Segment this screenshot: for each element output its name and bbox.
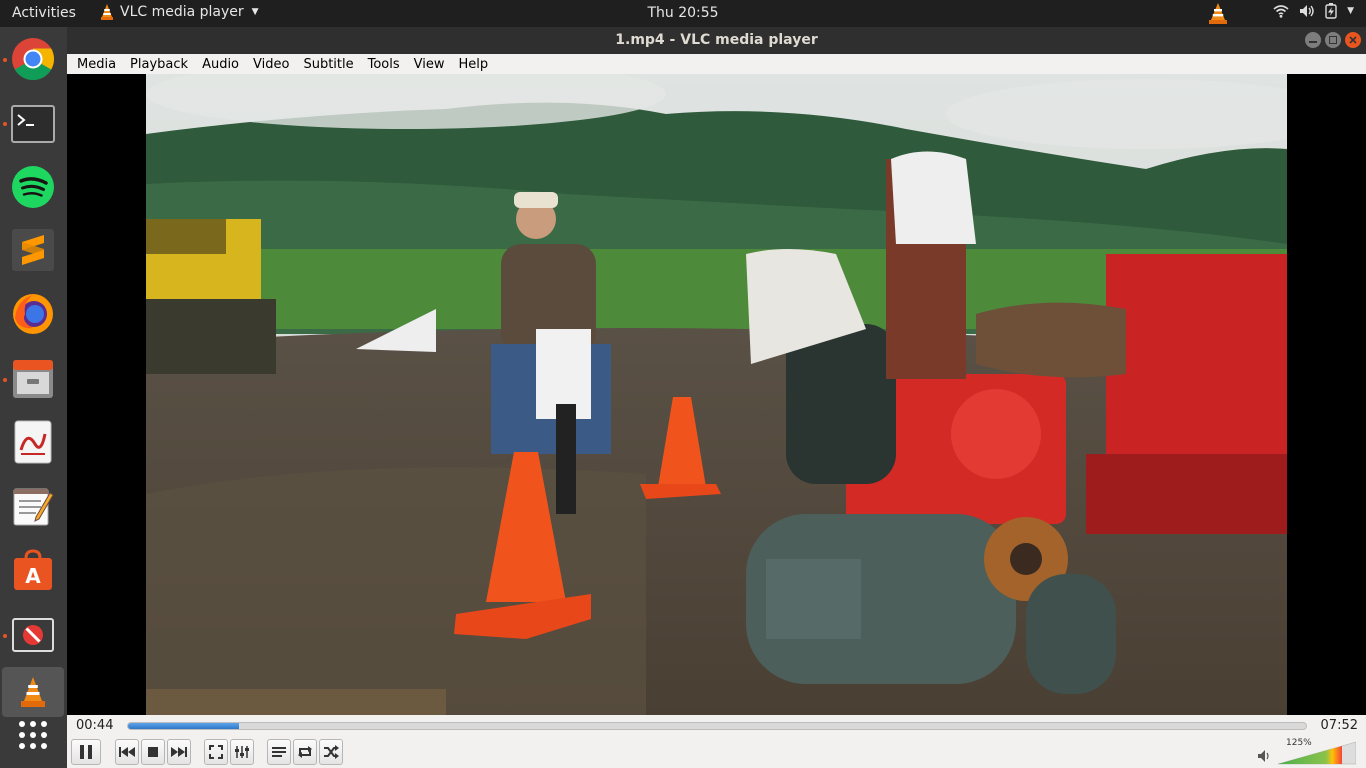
top-panel: Activities VLC media player ▼ Thu 20:55 <box>0 0 1366 27</box>
running-indicator <box>3 58 7 62</box>
firefox-icon <box>13 294 53 334</box>
app-menu[interactable]: VLC media player ▼ <box>100 4 259 20</box>
vlc-cone-icon <box>21 677 45 707</box>
dock-software-center[interactable]: A <box>8 545 58 595</box>
pause-button[interactable] <box>71 739 101 765</box>
volume-slider[interactable] <box>1278 741 1356 765</box>
text-editor-icon <box>13 488 54 526</box>
chevron-down-icon: ▼ <box>251 7 259 17</box>
minimize-button[interactable] <box>1305 32 1321 48</box>
next-button[interactable] <box>167 739 191 765</box>
total-time[interactable]: 07:52 <box>1321 718 1358 733</box>
menu-tools[interactable]: Tools <box>368 57 400 72</box>
dock-spotify[interactable] <box>8 162 58 212</box>
blocked-icon <box>12 618 54 652</box>
seek-bar[interactable] <box>127 722 1307 730</box>
document-viewer-icon <box>14 420 52 464</box>
shuffle-button[interactable] <box>319 739 343 765</box>
dock-blocked-app[interactable] <box>8 610 58 660</box>
vlc-tray-icon[interactable] <box>1208 3 1228 24</box>
dock-text-editor[interactable] <box>8 481 58 531</box>
dock-firefox[interactable] <box>8 289 58 339</box>
running-indicator <box>3 378 7 382</box>
playlist-button[interactable] <box>267 739 291 765</box>
dock-chrome[interactable] <box>8 34 58 84</box>
software-center-icon: A <box>14 549 52 590</box>
playlist-icon <box>272 747 286 757</box>
dock: A <box>0 27 67 768</box>
skip-forward-icon <box>171 747 187 757</box>
loop-icon <box>298 746 312 758</box>
menu-view[interactable]: View <box>414 57 445 72</box>
fullscreen-button[interactable] <box>204 739 228 765</box>
dock-sublime-text[interactable] <box>8 225 58 275</box>
battery-icon <box>1325 3 1337 19</box>
maximize-icon <box>1329 36 1337 44</box>
elapsed-time[interactable]: 00:44 <box>76 718 113 733</box>
spotify-icon <box>12 166 54 208</box>
menu-subtitle[interactable]: Subtitle <box>303 57 353 72</box>
stop-icon <box>148 747 158 757</box>
running-indicator <box>3 634 7 638</box>
pause-icon <box>80 745 92 759</box>
minimize-icon <box>1309 41 1317 43</box>
extended-settings-button[interactable] <box>230 739 254 765</box>
volume-control[interactable]: 125% <box>1258 738 1358 765</box>
speaker-icon <box>1300 5 1314 17</box>
close-icon <box>1349 36 1357 44</box>
window-titlebar[interactable]: 1.mp4 - VLC media player <box>67 27 1366 54</box>
svg-text:A: A <box>25 564 41 588</box>
seek-row: 00:44 07:52 <box>67 715 1366 737</box>
window-title: 1.mp4 - VLC media player <box>615 32 818 48</box>
skip-back-icon <box>119 747 135 757</box>
app-grid-icon <box>19 721 47 749</box>
stop-button[interactable] <box>141 739 165 765</box>
seek-bar-fill <box>128 723 239 729</box>
menubar: Media Playback Audio Video Subtitle Tool… <box>67 54 1366 74</box>
speaker-icon <box>1258 750 1269 762</box>
fullscreen-icon <box>209 745 223 759</box>
vlc-cone-icon <box>101 4 113 20</box>
chevron-down-icon: ▼ <box>1347 6 1354 16</box>
files-icon <box>13 360 53 398</box>
dock-files[interactable] <box>8 354 58 404</box>
maximize-button[interactable] <box>1325 32 1341 48</box>
loop-button[interactable] <box>293 739 317 765</box>
sublime-text-icon <box>12 229 54 271</box>
menu-video[interactable]: Video <box>253 57 289 72</box>
chrome-icon <box>12 38 55 81</box>
shuffle-icon <box>324 745 339 759</box>
menu-audio[interactable]: Audio <box>202 57 239 72</box>
vlc-window: 1.mp4 - VLC media player Media Playback … <box>67 27 1366 768</box>
menu-help[interactable]: Help <box>459 57 489 72</box>
clock[interactable]: Thu 20:55 <box>647 5 718 21</box>
wifi-icon <box>1273 5 1289 18</box>
equalizer-icon <box>235 746 249 758</box>
activities-button[interactable]: Activities <box>12 5 76 21</box>
video-frame <box>146 74 1287 715</box>
menu-playback[interactable]: Playback <box>130 57 188 72</box>
video-area[interactable] <box>67 74 1366 715</box>
dock-terminal[interactable] <box>8 99 58 149</box>
running-indicator <box>3 122 7 126</box>
dock-document-viewer[interactable] <box>8 417 58 467</box>
app-menu-label: VLC media player <box>120 4 244 20</box>
show-applications-button[interactable] <box>8 710 58 760</box>
playback-controls: 125% <box>67 737 1366 768</box>
close-button[interactable] <box>1345 32 1361 48</box>
terminal-icon <box>11 105 55 143</box>
menu-media[interactable]: Media <box>77 57 116 72</box>
previous-button[interactable] <box>115 739 139 765</box>
system-tray[interactable]: ▼ <box>1273 3 1354 19</box>
